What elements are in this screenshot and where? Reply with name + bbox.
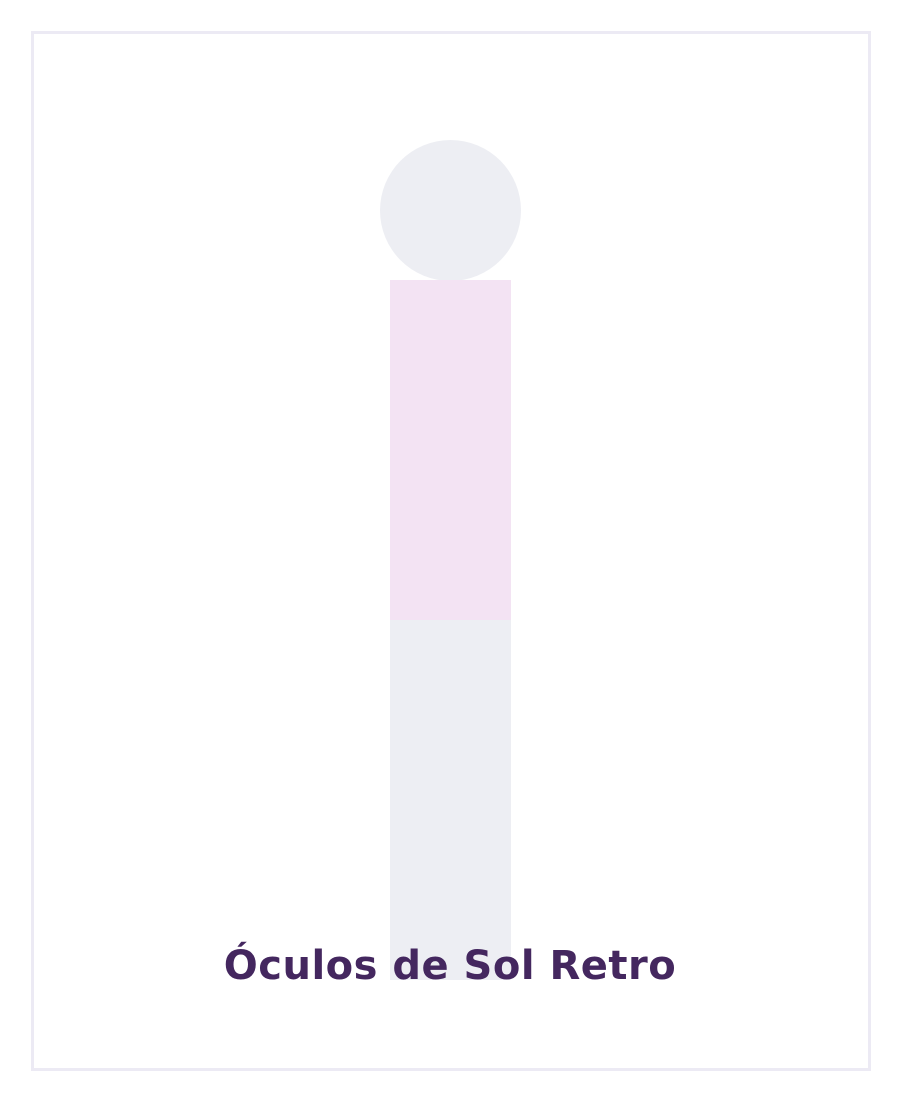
figure-torso-placeholder bbox=[390, 280, 511, 620]
figure-legs-placeholder bbox=[390, 620, 511, 980]
figure-head-placeholder bbox=[380, 140, 521, 281]
product-title: Óculos de Sol Retro bbox=[223, 943, 677, 989]
